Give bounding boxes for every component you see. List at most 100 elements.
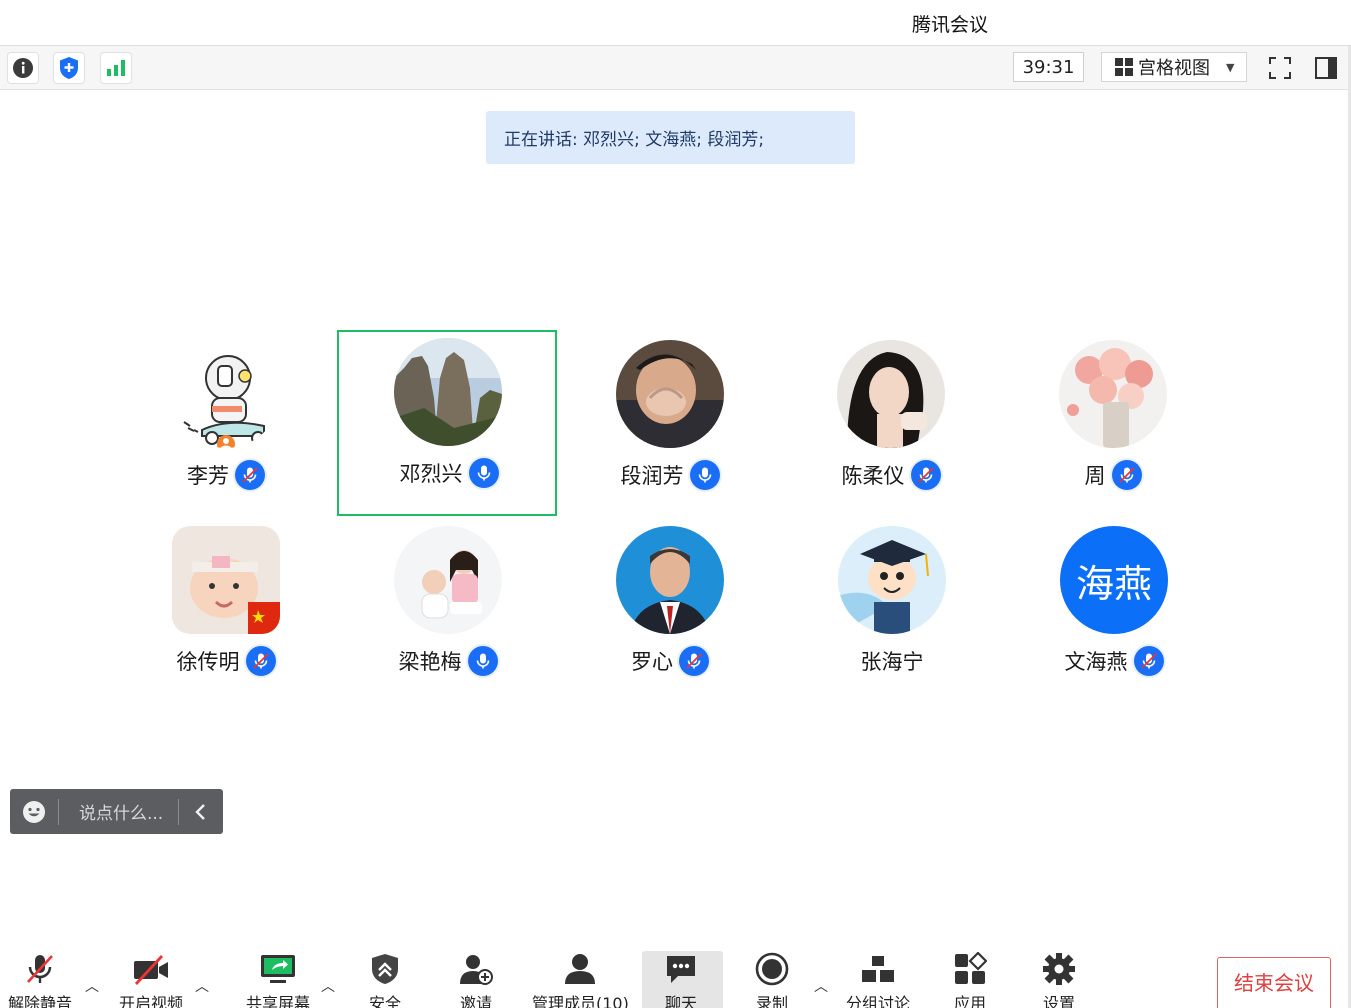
- participant-tile[interactable]: 周: [1003, 332, 1223, 518]
- participant-name: 周: [1084, 464, 1106, 488]
- participant-name-row: 邓烈兴: [339, 458, 559, 488]
- participant-name: 张海宁: [860, 650, 924, 674]
- avatar-text: 海燕: [1060, 526, 1168, 634]
- participant-name-row: 徐传明: [116, 646, 336, 676]
- mic-muted-icon: [910, 460, 941, 490]
- apps-grid-icon: [955, 952, 987, 984]
- participant-tile[interactable]: 梁艳梅: [338, 518, 558, 704]
- quick-chat-bar: 说点什么...: [10, 789, 223, 834]
- emoji-icon[interactable]: [10, 789, 58, 834]
- avatar: [616, 340, 724, 448]
- view-mode-select[interactable]: 宫格视图 ▼: [1101, 52, 1247, 82]
- participant-tile[interactable]: 徐传明: [116, 518, 336, 704]
- chevron-up-icon[interactable]: ︿: [814, 976, 828, 996]
- shield-icon[interactable]: [53, 52, 85, 84]
- participant-name-row: 周: [1003, 460, 1223, 490]
- avatar: [837, 340, 945, 448]
- participant-tile[interactable]: 张海宁: [782, 518, 1002, 704]
- security-shield-icon: [372, 954, 398, 984]
- participant-name-row: 段润芳: [560, 460, 780, 490]
- settings-button[interactable]: 设置: [1042, 952, 1076, 1008]
- mic-on-icon: [689, 460, 720, 490]
- mic-on-icon: [467, 646, 498, 676]
- apps-button[interactable]: 应用: [953, 952, 987, 1008]
- participant-tile[interactable]: 段润芳: [560, 332, 780, 518]
- record-icon: [755, 952, 789, 986]
- participant-tile-active-speaker[interactable]: 邓烈兴: [337, 330, 557, 516]
- chat-input[interactable]: 说点什么...: [59, 799, 178, 824]
- fullscreen-icon[interactable]: [1264, 52, 1296, 84]
- mic-muted-icon: [27, 955, 53, 983]
- avatar: [394, 338, 502, 446]
- participant-name-row: 文海燕: [1004, 646, 1224, 676]
- avatar: [172, 526, 280, 634]
- share-screen-icon: [261, 955, 295, 983]
- chat-button[interactable]: 聊天: [664, 952, 698, 1008]
- unmute-button[interactable]: 解除静音: [8, 952, 72, 1008]
- signal-icon[interactable]: [100, 52, 132, 84]
- mic-muted-icon: [1133, 646, 1164, 676]
- apps-label: 应用: [953, 994, 986, 1008]
- start-video-label: 开启视频: [119, 994, 184, 1008]
- caret-down-icon: ▼: [1226, 60, 1235, 74]
- settings-label: 设置: [1042, 994, 1075, 1008]
- avatar: [838, 526, 946, 634]
- sidebar-toggle-icon[interactable]: [1310, 52, 1342, 84]
- record-label: 录制: [755, 994, 788, 1008]
- participant-name: 徐传明: [176, 650, 240, 674]
- info-icon[interactable]: [7, 52, 39, 84]
- participant-name: 邓烈兴: [399, 462, 463, 486]
- mic-muted-icon: [1111, 460, 1142, 490]
- invite-label: 邀请: [459, 994, 492, 1008]
- participant-tile[interactable]: 海燕 文海燕: [1004, 518, 1224, 704]
- participant-name: 罗心: [631, 650, 673, 674]
- avatar: [616, 526, 724, 634]
- participant-name-row: 张海宁: [782, 646, 1002, 676]
- breakout-rooms-icon: [862, 956, 894, 982]
- avatar: [394, 526, 502, 634]
- record-button[interactable]: 录制: [754, 952, 790, 1008]
- participant-tile[interactable]: 罗心: [560, 518, 780, 704]
- avatar-initials: 海燕: [1075, 561, 1152, 606]
- participant-name-row: 梁艳梅: [338, 646, 558, 676]
- participant-name: 文海燕: [1064, 650, 1128, 674]
- window-title: 腾讯会议: [911, 14, 988, 36]
- chevron-up-icon[interactable]: ︿: [85, 976, 99, 996]
- security-button[interactable]: 安全: [368, 952, 402, 1008]
- bottom-control-bar: 解除静音 ︿ 开启视频 ︿ 共享屏幕 ︿ 安全 邀请 管理成员(10) 聊天 录…: [0, 946, 1351, 1008]
- share-screen-button[interactable]: 共享屏幕: [246, 952, 310, 1008]
- breakout-button[interactable]: 分组讨论: [846, 952, 910, 1008]
- meeting-window: 腾讯会议 39:31 宫格视图 ▼ 正在讲话: 邓烈兴; 文海燕; 段润芳; 李…: [0, 0, 1351, 1008]
- chat-bubble-icon: [667, 956, 695, 983]
- breakout-label: 分组讨论: [846, 994, 911, 1008]
- top-toolbar: 39:31 宫格视图 ▼: [0, 46, 1351, 90]
- participant-name-row: 陈柔仪: [781, 460, 1001, 490]
- security-label: 安全: [368, 994, 401, 1008]
- participant-tile[interactable]: 李芳: [116, 332, 336, 518]
- mic-muted-icon: [235, 460, 265, 490]
- manage-members-label: 管理成员(10): [532, 994, 629, 1008]
- chevron-left-icon[interactable]: [179, 789, 223, 834]
- title-bar: 腾讯会议: [0, 0, 1351, 46]
- members-icon: [565, 954, 596, 984]
- start-video-button[interactable]: 开启视频: [119, 952, 183, 1008]
- avatar: [172, 340, 280, 448]
- gear-icon: [1043, 953, 1075, 985]
- participant-name: 梁艳梅: [398, 650, 462, 674]
- participant-name-row: 李芳: [116, 460, 336, 490]
- unmute-label: 解除静音: [8, 994, 73, 1008]
- speaking-banner: 正在讲话: 邓烈兴; 文海燕; 段润芳;: [486, 111, 855, 164]
- add-user-icon: [460, 955, 493, 985]
- end-meeting-button[interactable]: 结束会议: [1217, 957, 1331, 1008]
- video-off-icon: [134, 955, 168, 985]
- chat-label: 聊天: [664, 994, 697, 1008]
- participant-tile[interactable]: 陈柔仪: [781, 332, 1001, 518]
- participant-name: 李芳: [187, 464, 229, 488]
- chevron-up-icon[interactable]: ︿: [195, 976, 209, 996]
- mic-muted-icon: [245, 646, 276, 676]
- chevron-up-icon[interactable]: ︿: [321, 976, 335, 996]
- invite-button[interactable]: 邀请: [458, 952, 494, 1008]
- participant-name: 段润芳: [620, 464, 684, 488]
- manage-members-button[interactable]: 管理成员(10): [532, 952, 629, 1008]
- share-screen-label: 共享屏幕: [246, 994, 311, 1008]
